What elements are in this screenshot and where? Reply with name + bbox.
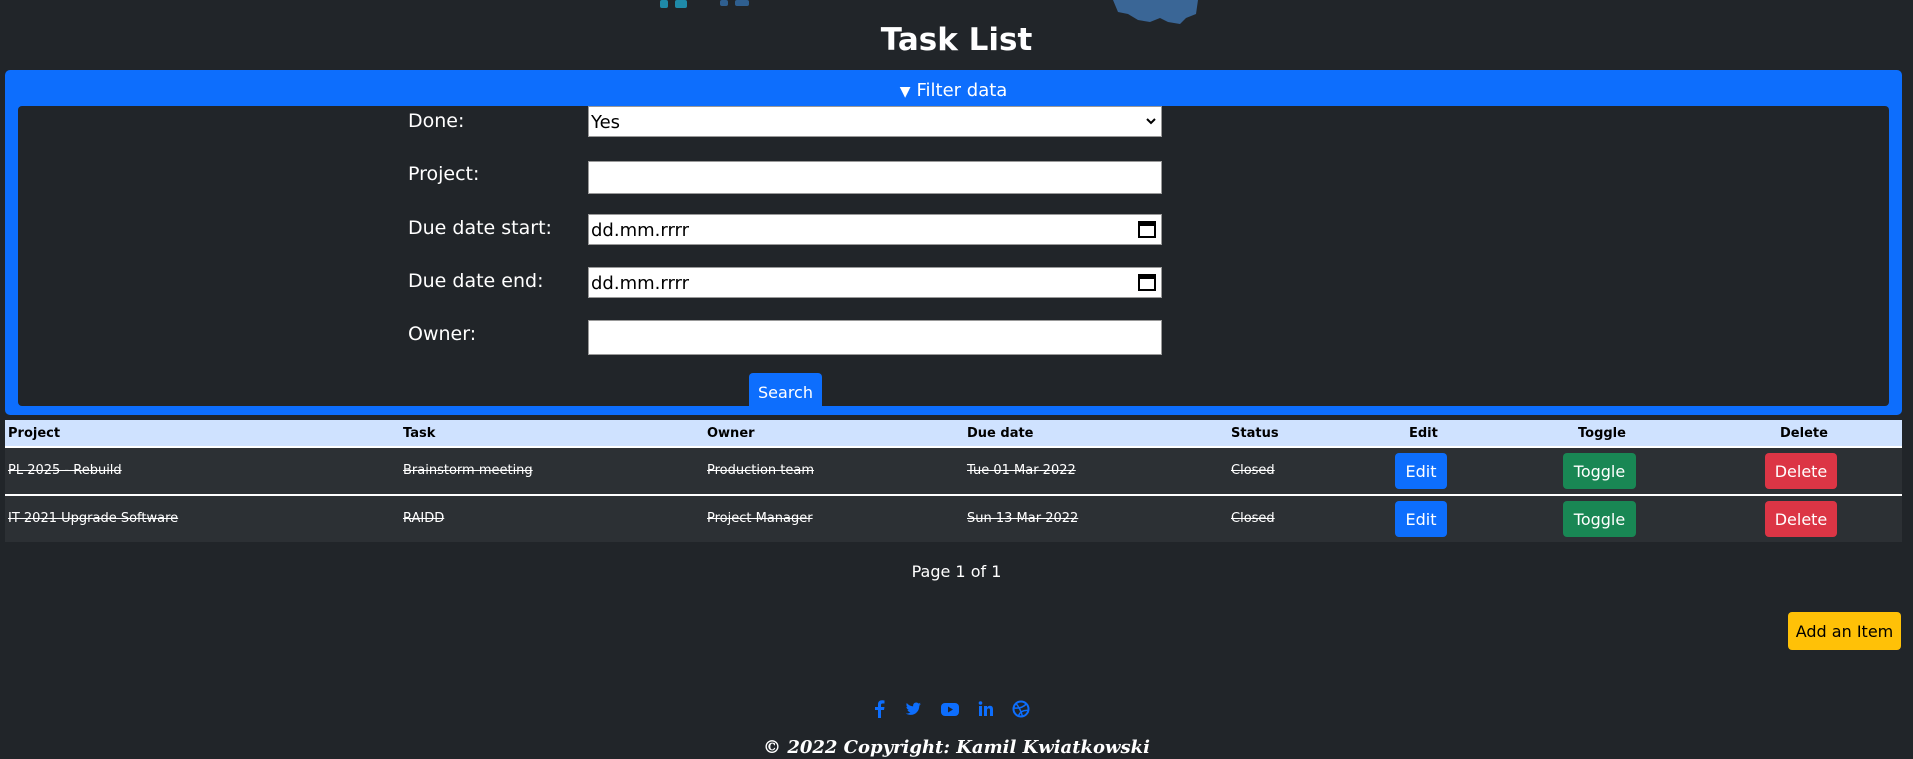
edit-button[interactable]: Edit	[1395, 501, 1447, 537]
column-header-task: Task	[403, 426, 436, 441]
cell-project: PL 2025 - Rebuild	[8, 463, 122, 478]
due-date-start-label: Due date start:	[408, 217, 552, 239]
column-header-edit: Edit	[1409, 426, 1438, 441]
filter-details: ▼ Filter data Done: Yes Project: Due date…	[5, 70, 1902, 415]
edit-button[interactable]: Edit	[1395, 453, 1447, 489]
delete-button[interactable]: Delete	[1765, 501, 1837, 537]
gear-icon	[1113, 0, 1198, 24]
cell-due-date: Tue 01 Mar 2022	[967, 463, 1076, 478]
gear-icon	[720, 0, 749, 6]
due-date-start-value: dd.mm.rrrr	[591, 220, 690, 241]
cell-status: Closed	[1231, 463, 1275, 478]
calendar-icon[interactable]	[1137, 219, 1157, 244]
column-header-status: Status	[1231, 426, 1279, 441]
column-header-due-date: Due date	[967, 426, 1034, 441]
column-header-toggle: Toggle	[1578, 426, 1626, 441]
delete-button[interactable]: Delete	[1765, 453, 1837, 489]
cell-owner: Project Manager	[707, 511, 813, 526]
toggle-button[interactable]: Toggle	[1563, 453, 1636, 489]
due-date-end-label: Due date end:	[408, 270, 544, 292]
done-select-value: Yes	[591, 112, 621, 133]
page-title: Task List	[880, 22, 1033, 58]
cell-task: Brainstorm meeting	[403, 463, 533, 478]
table-header: Project Task Owner Due date Status Edit …	[5, 420, 1902, 446]
pagination-text: Page 1 of 1	[911, 562, 1002, 581]
table-row: IT 2021 Upgrade Software RAIDD Project M…	[5, 496, 1902, 542]
due-date-start-input[interactable]: dd.mm.rrrr	[588, 214, 1162, 245]
chevron-down-icon	[1145, 111, 1157, 135]
cell-task: RAIDD	[403, 511, 445, 526]
filter-form: Done: Yes Project: Due date start: dd.mm…	[18, 106, 1889, 411]
filter-summary-toggle[interactable]: ▼ Filter data	[5, 82, 1902, 100]
facebook-icon[interactable]	[872, 700, 886, 718]
gear-icon	[660, 0, 687, 8]
due-date-end-input[interactable]: dd.mm.rrrr	[588, 267, 1162, 298]
linkedin-icon[interactable]	[978, 700, 994, 718]
calendar-icon[interactable]	[1137, 272, 1157, 297]
twitter-icon[interactable]	[904, 700, 922, 718]
youtube-icon[interactable]	[940, 700, 960, 718]
cell-due-date: Sun 13 Mar 2022	[967, 511, 1079, 526]
project-label: Project:	[408, 163, 480, 185]
dribbble-icon[interactable]	[1012, 700, 1030, 718]
filter-summary-label: Filter data	[916, 80, 1008, 101]
table-row: PL 2025 - Rebuild Brainstorm meeting Pro…	[5, 448, 1902, 494]
column-header-delete: Delete	[1780, 426, 1828, 441]
owner-label: Owner:	[408, 323, 477, 345]
social-links	[872, 700, 1030, 718]
toggle-button[interactable]: Toggle	[1563, 501, 1636, 537]
due-date-end-value: dd.mm.rrrr	[591, 273, 690, 294]
cell-project: IT 2021 Upgrade Software	[8, 511, 179, 526]
cell-status: Closed	[1231, 511, 1275, 526]
done-select[interactable]: Yes	[588, 106, 1162, 137]
owner-input[interactable]	[588, 320, 1162, 355]
cell-owner: Production team	[707, 463, 815, 478]
add-item-button[interactable]: Add an Item	[1788, 612, 1901, 650]
project-input[interactable]	[588, 161, 1162, 194]
search-button[interactable]: Search	[749, 373, 822, 411]
done-label: Done:	[408, 110, 465, 132]
column-header-owner: Owner	[707, 426, 755, 441]
copyright-text: © 2022 Copyright: Kamil Kwiatkowski	[763, 737, 1150, 758]
column-header-project: Project	[8, 426, 61, 441]
triangle-down-icon: ▼	[899, 84, 911, 100]
